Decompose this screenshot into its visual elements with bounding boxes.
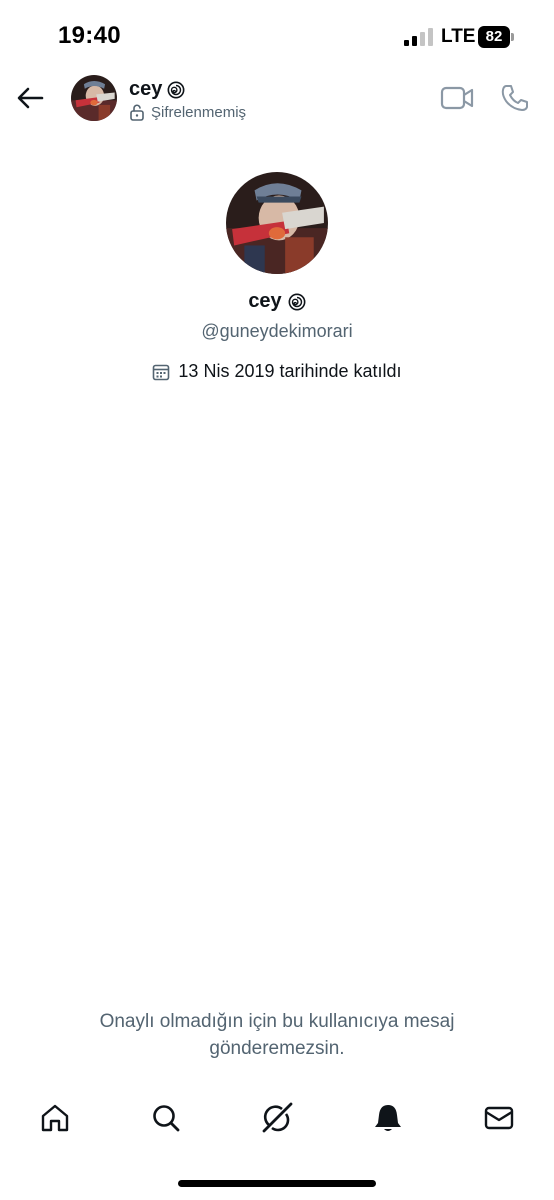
home-indicator[interactable] — [178, 1180, 376, 1187]
tab-notifications[interactable] — [368, 1098, 408, 1138]
unlocked-lock-icon — [130, 104, 144, 121]
cannot-message-notice: Onaylı olmadığın için bu kullanıcıya mes… — [40, 1008, 514, 1062]
video-call-button[interactable] — [440, 84, 474, 112]
spiral-emoji-icon — [288, 293, 306, 310]
battery-level: 82 — [478, 26, 510, 48]
home-icon — [41, 1104, 69, 1132]
search-icon — [153, 1105, 180, 1132]
tab-grok[interactable] — [257, 1098, 297, 1138]
profile-avatar[interactable] — [226, 172, 328, 274]
calendar-icon — [153, 364, 170, 380]
bottom-tab-bar — [0, 1090, 554, 1144]
battery-icon: 82 — [478, 26, 516, 48]
conversation-header: cey Şifrelenmemiş — [0, 72, 554, 128]
signal-icon — [404, 28, 433, 46]
tab-search[interactable] — [146, 1098, 186, 1138]
mail-icon — [484, 1106, 514, 1130]
encryption-status-row: Şifrelenmemiş — [130, 104, 246, 121]
back-arrow-icon — [17, 87, 44, 109]
video-camera-icon — [440, 86, 474, 110]
back-button[interactable] — [12, 80, 48, 116]
profile-handle: @guneydekimorari — [201, 321, 353, 341]
profile-name: cey — [248, 290, 282, 312]
joined-date: 13 Nis 2019 tarihinde katıldı — [178, 361, 402, 381]
avatar-image — [226, 172, 328, 274]
avatar-image — [71, 75, 117, 121]
tab-messages[interactable] — [479, 1098, 519, 1138]
spiral-emoji-icon — [167, 81, 185, 98]
header-avatar[interactable] — [71, 75, 117, 121]
voice-call-button[interactable] — [499, 82, 531, 114]
phone-icon — [501, 85, 528, 111]
bell-icon — [375, 1105, 401, 1131]
joined-date-row: 13 Nis 2019 tarihinde katıldı — [0, 361, 554, 382]
notice-line-2: gönderemezsin. — [209, 1038, 345, 1059]
tab-home[interactable] — [35, 1098, 75, 1138]
header-name: cey — [129, 78, 163, 100]
header-name-row[interactable]: cey — [129, 78, 185, 101]
profile-name-row: cey — [0, 290, 554, 313]
network-type: LTE — [441, 26, 476, 47]
encryption-status: Şifrelenmemiş — [151, 104, 247, 121]
grok-icon — [262, 1102, 293, 1133]
status-bar: 19:40 LTE 82 — [0, 0, 554, 72]
notice-line-1: Onaylı olmadığın için bu kullanıcıya mes… — [99, 1011, 455, 1032]
status-time: 19:40 — [58, 22, 121, 49]
